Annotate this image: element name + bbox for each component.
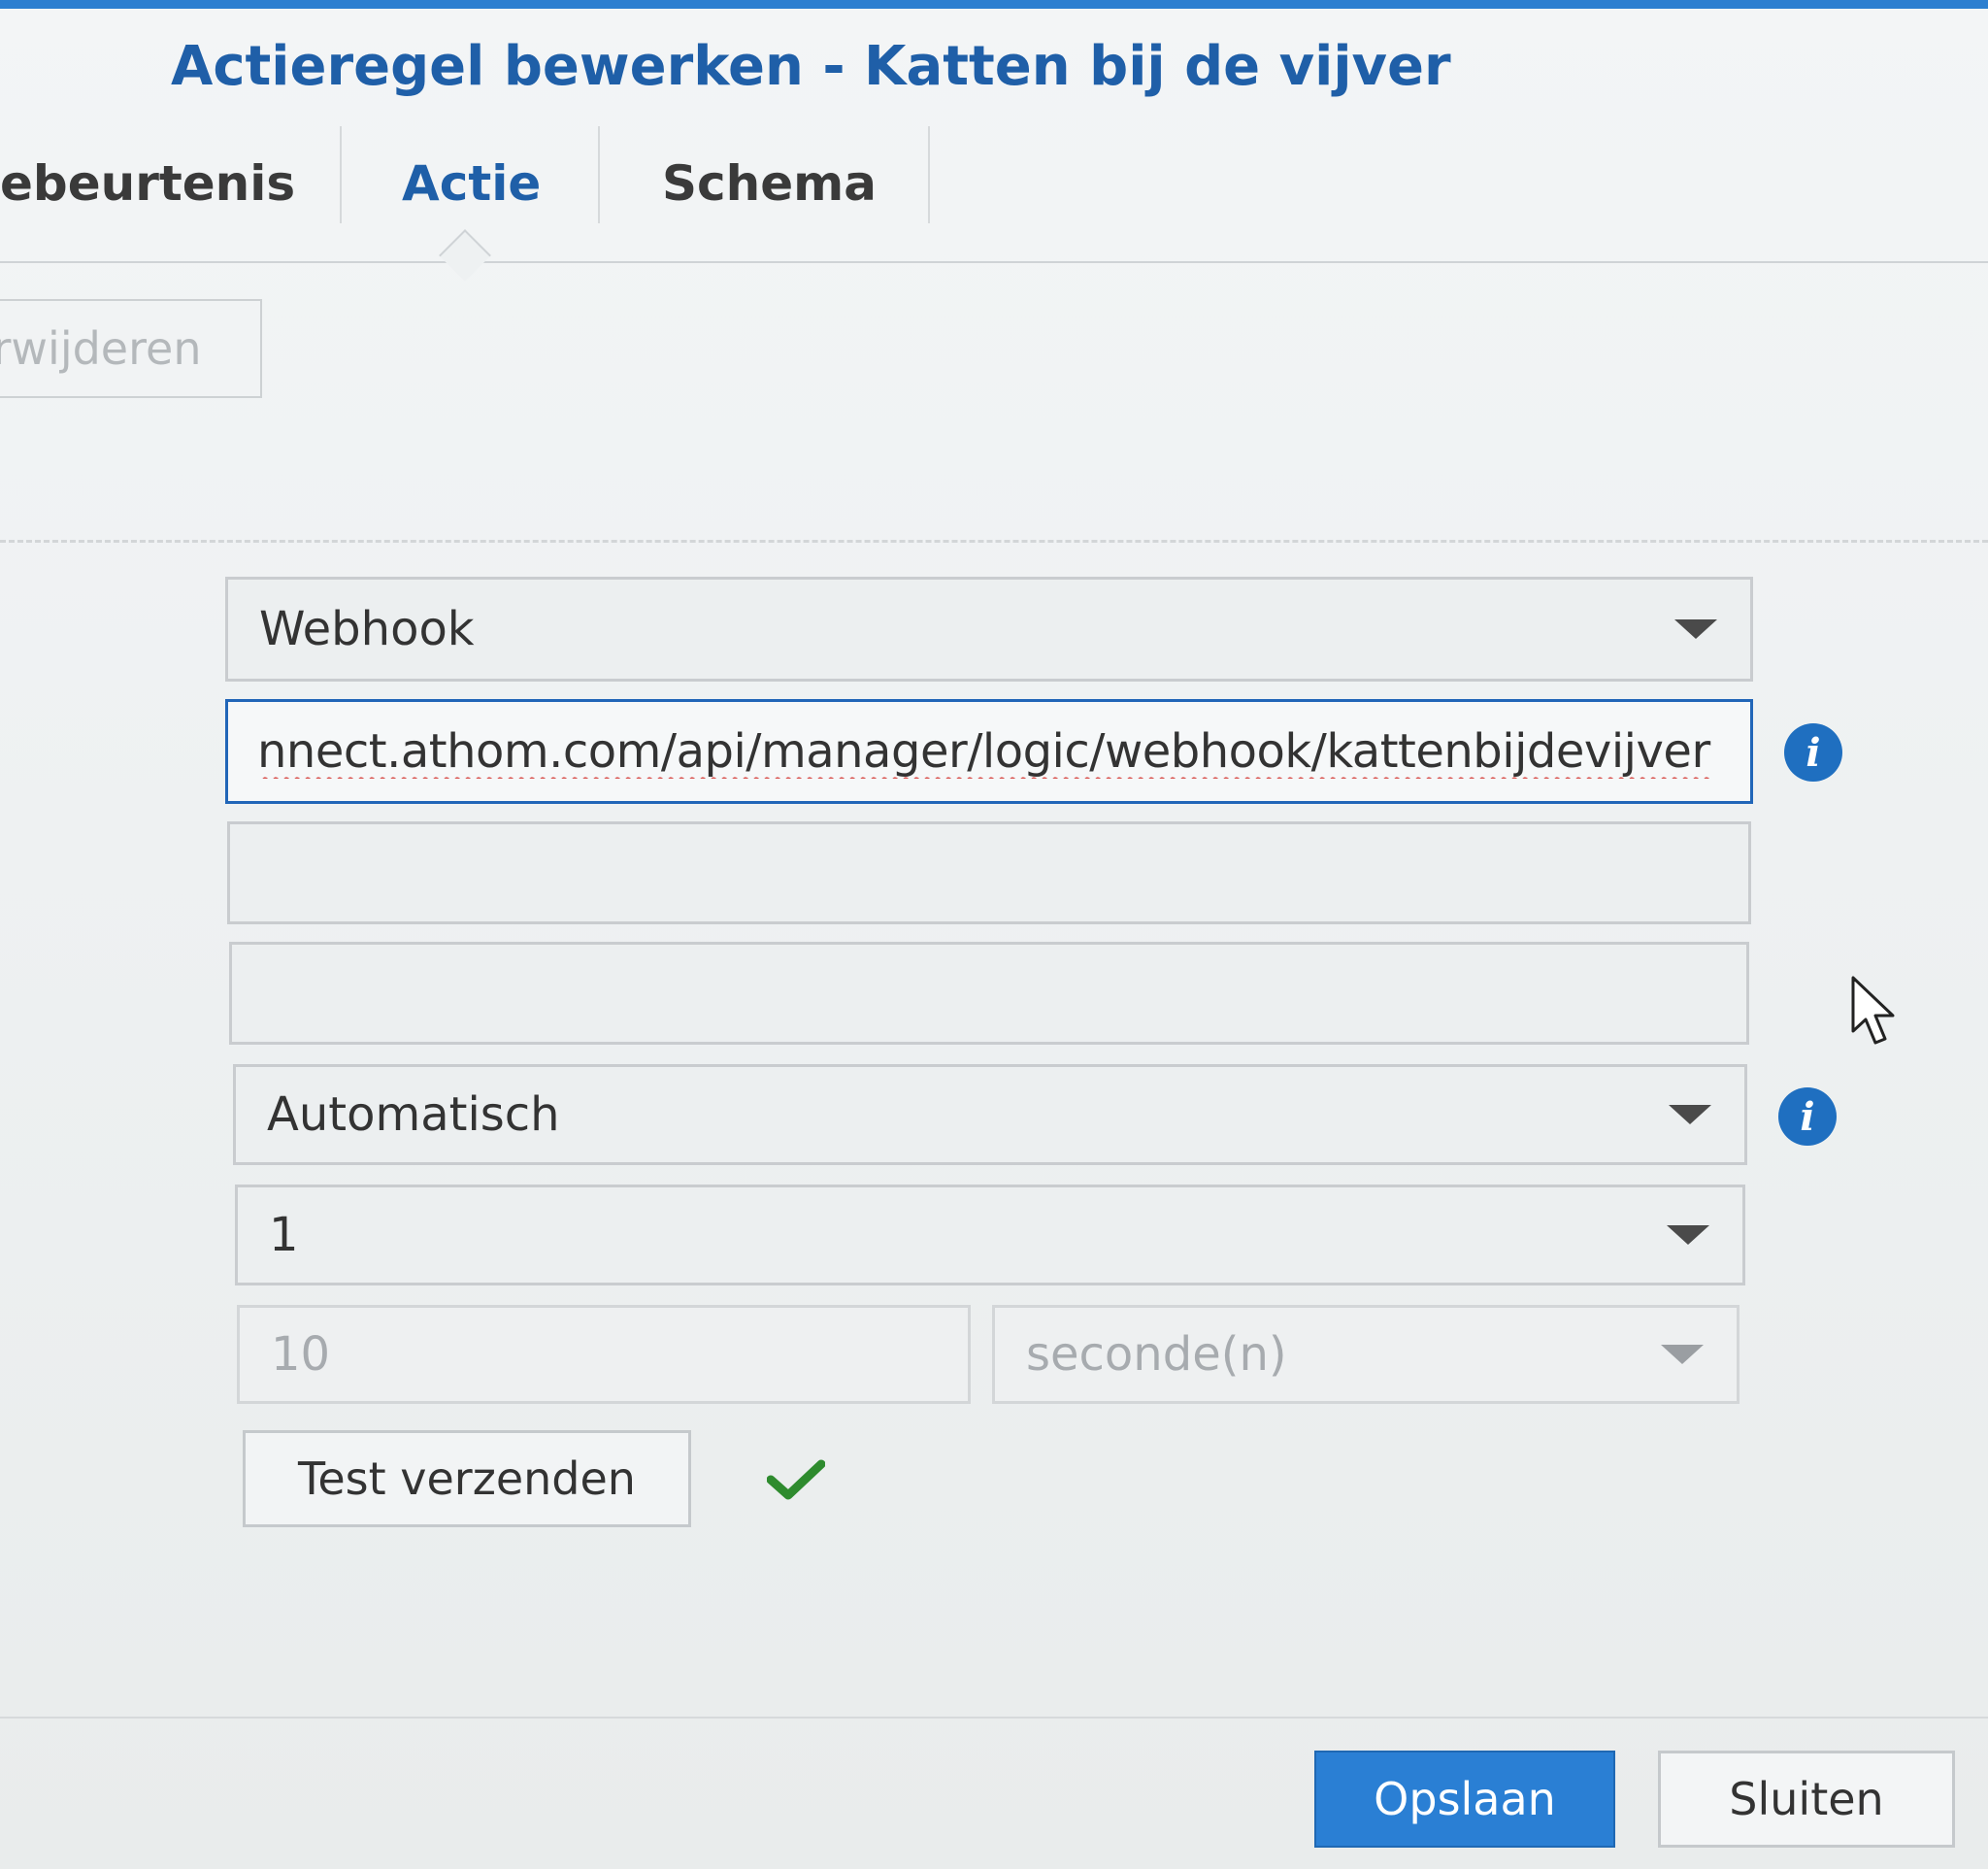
action-type-select[interactable]: Webhook [225,577,1753,682]
close-button[interactable]: Sluiten [1658,1751,1955,1848]
info-icon[interactable]: i [1784,723,1842,782]
section-divider [0,540,1988,543]
tab-divider [598,126,600,223]
window-top-bar [0,0,1988,9]
interval-input[interactable]: 10 [237,1305,971,1404]
repeat-value: 1 [269,1208,299,1262]
interval-unit-select[interactable]: seconde(n) [992,1305,1740,1404]
method-value: Automatisch [267,1087,560,1142]
test-send-button[interactable]: Test verzenden [243,1430,691,1527]
test-send-label: Test verzenden [298,1452,636,1505]
tab-bar: ebeurtenis Actie Schema [0,126,1988,263]
chevron-down-icon [1661,1345,1704,1364]
tab-event[interactable]: ebeurtenis [0,155,295,212]
save-button[interactable]: Opslaan [1314,1751,1615,1848]
action-type-value: Webhook [259,602,475,656]
info-icon[interactable]: i [1778,1087,1837,1146]
tab-schedule[interactable]: Schema [662,155,877,212]
chevron-down-icon [1674,619,1717,639]
repeat-select[interactable]: 1 [235,1185,1745,1285]
tab-divider [928,126,930,223]
text-field-4[interactable] [229,942,1749,1045]
chevron-down-icon [1667,1225,1709,1245]
check-icon [767,1459,825,1500]
mouse-pointer-icon [1851,976,1895,1045]
tab-underline [0,261,1988,263]
delete-button[interactable]: rwijderen [0,299,262,398]
chevron-down-icon [1669,1105,1711,1124]
tab-action[interactable]: Actie [402,155,541,212]
text-field-3[interactable] [227,821,1751,924]
dialog-title: Actieregel bewerken - Katten bij de vijv… [171,35,1451,98]
url-input[interactable]: nnect.athom.com/api/manager/logic/webhoo… [225,699,1753,804]
footer-divider [0,1717,1988,1719]
save-button-label: Opslaan [1374,1773,1556,1825]
interval-unit-value: seconde(n) [1026,1327,1287,1382]
interval-value: 10 [271,1327,331,1382]
tab-divider [340,126,342,223]
delete-button-label: rwijderen [0,322,202,375]
method-select[interactable]: Automatisch [233,1064,1747,1165]
close-button-label: Sluiten [1729,1773,1884,1825]
url-value: nnect.athom.com/api/manager/logic/webhoo… [257,724,1710,779]
